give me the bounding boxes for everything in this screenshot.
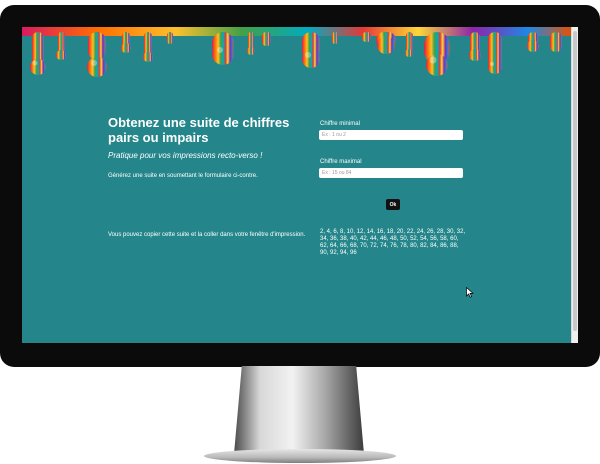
result-sequence[interactable]: 2, 4, 6, 8, 10, 12, 14, 16, 18, 20, 22, … [320,229,468,257]
max-number-label: Chiffre maximal [320,159,362,165]
copy-note: Vous pouvez copier cette suite et la col… [108,232,306,238]
min-number-input[interactable] [319,130,463,140]
scrollbar[interactable] [571,27,578,343]
monitor-stand [234,366,364,454]
page-subtitle: Pratique pour vos impressions recto-vers… [108,151,263,160]
monitor-stand-base [204,449,396,463]
mouse-pointer-icon [466,287,474,298]
submit-button[interactable]: Ok [386,199,400,210]
page-title: Obtenez une suite de chiffres pairs ou i… [108,115,290,145]
min-number-label: Chiffre minimal [320,121,360,127]
max-number-input[interactable] [319,168,463,178]
monitor-frame: Obtenez une suite de chiffres pairs ou i… [0,5,600,367]
form-description: Générez une suite en soumettant le formu… [108,173,258,179]
browser-viewport: Obtenez une suite de chiffres pairs ou i… [22,27,578,343]
scrollbar-thumb[interactable] [573,31,577,331]
paint-drip-banner [22,27,572,77]
